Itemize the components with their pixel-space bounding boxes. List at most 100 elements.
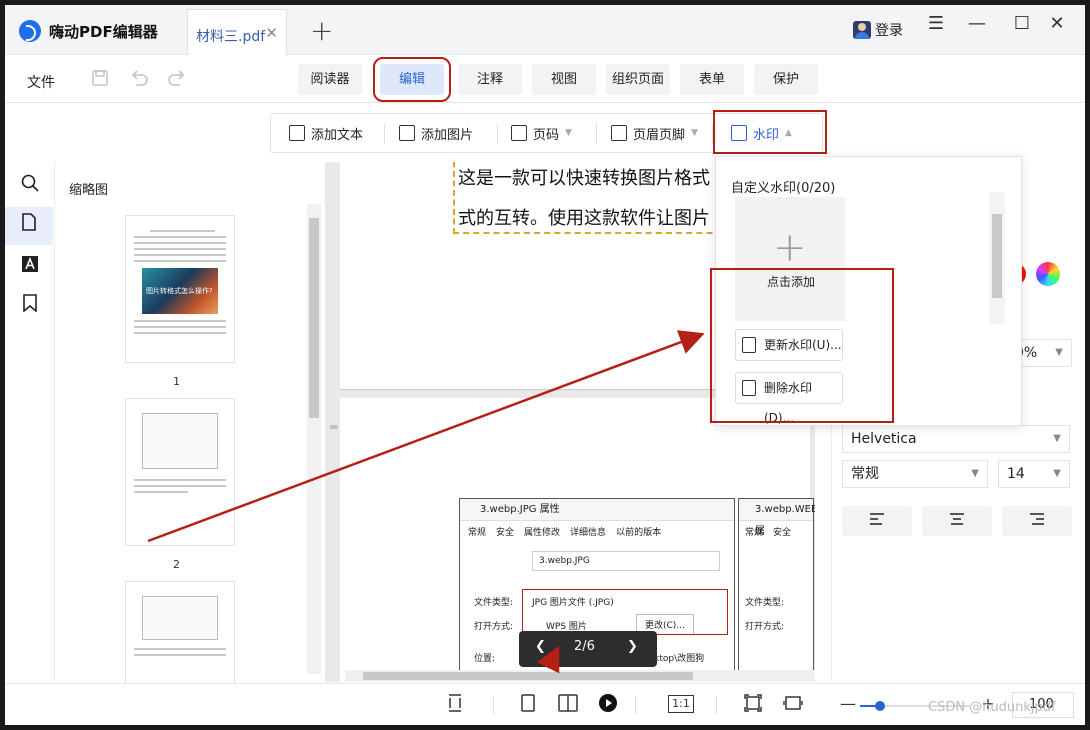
tab-annotate[interactable]: 注释: [458, 64, 522, 95]
tab-reader[interactable]: 阅读器: [298, 64, 362, 95]
document-text-line[interactable]: 式的互转。使用这款软件让图片: [458, 204, 710, 230]
properties-tab: 以前的版本: [616, 528, 662, 538]
status-bar: 1:1 — + 100: [5, 683, 1085, 725]
font-size-value: 14: [1007, 466, 1025, 482]
text-recognition-icon[interactable]: [17, 254, 43, 280]
header-footer-button[interactable]: 页眉页脚 ▼: [611, 114, 698, 152]
page-indicator: 2/6: [574, 639, 595, 654]
open-with-label: 打开方式:: [474, 622, 514, 632]
divider: [635, 696, 636, 714]
properties-tab: 常规: [468, 528, 487, 538]
chevron-down-icon: ▼: [691, 128, 698, 138]
scrollbar-thumb[interactable]: [992, 214, 1002, 298]
font-style-value: 常规: [851, 466, 879, 482]
fit-width-icon[interactable]: [783, 694, 803, 714]
thumbnail-page-3[interactable]: [125, 581, 235, 691]
font-size-select[interactable]: 14 ▼: [998, 460, 1070, 488]
menu-icon[interactable]: ☰: [922, 13, 950, 34]
document-text-line[interactable]: 这是一款可以快速转换图片格式: [458, 164, 710, 190]
align-center-button[interactable]: [922, 506, 992, 536]
properties-tab: 常规: [745, 528, 764, 538]
minimize-button[interactable]: —: [963, 13, 991, 34]
add-image-icon: [399, 125, 415, 141]
tab-forms[interactable]: 表单: [680, 64, 744, 95]
zoom-out-icon[interactable]: —: [838, 694, 858, 714]
page-navigator: ❮ 2/6 ❯: [519, 631, 657, 667]
add-image-button[interactable]: 添加图片: [399, 114, 473, 152]
annotation-highlight-box: [710, 268, 894, 423]
tab-protect[interactable]: 保护: [754, 64, 818, 95]
horizontal-scrollbar[interactable]: [345, 670, 815, 682]
align-right-button[interactable]: [1002, 506, 1072, 536]
edit-toolbar: 添加文本 添加图片 页码 ▼ 页眉页脚 ▼ 水印 ▲: [270, 110, 827, 154]
menu-bar: 文件 阅读器 编辑 注释 视图 组织页面 表单 保护: [5, 55, 1085, 103]
thumbnail-page-2[interactable]: [125, 398, 235, 546]
new-tab-button[interactable]: +: [310, 14, 333, 47]
fit-height-icon[interactable]: [445, 694, 465, 714]
bookmark-icon[interactable]: [17, 294, 43, 320]
align-center-icon: [950, 513, 964, 525]
properties-tab: 安全: [496, 528, 515, 538]
watermark-panel-title: 自定义水印(0/20): [731, 181, 836, 196]
login-label: 登录: [875, 23, 903, 39]
thumbnail-page-number: 1: [173, 375, 180, 388]
add-text-button[interactable]: 添加文本: [289, 114, 363, 152]
divider: [384, 124, 385, 144]
splitter-handle[interactable]: ═: [330, 420, 337, 434]
watermark-scrollbar[interactable]: [989, 192, 1005, 324]
maximize-button[interactable]: ☐: [1008, 13, 1036, 34]
zoom-slider-knob[interactable]: [874, 701, 885, 711]
save-icon[interactable]: [91, 69, 109, 92]
thumbnail-title: 缩略图: [69, 183, 109, 198]
location-label: 位置:: [474, 654, 496, 664]
thumbnail-page-1[interactable]: 图片转格式怎么操作?: [125, 215, 235, 363]
font-style-select[interactable]: 常规 ▼: [842, 460, 988, 488]
prev-page-button[interactable]: ❮: [535, 639, 546, 654]
close-tab-icon[interactable]: ✕: [265, 24, 278, 42]
single-page-icon[interactable]: [518, 694, 538, 714]
header-footer-icon: [611, 125, 627, 141]
actual-size-button[interactable]: 1:1: [668, 695, 694, 713]
document-tab-label: 材料三.pdf: [196, 29, 266, 45]
properties-tabs: 常规 安全 属性修改 详细信息 以前的版本: [468, 525, 661, 538]
tab-organize[interactable]: 组织页面: [606, 64, 670, 95]
scrollbar-thumb[interactable]: [363, 672, 693, 680]
fit-page-icon[interactable]: [743, 694, 763, 714]
watermark-button[interactable]: 水印 ▲: [713, 110, 827, 154]
divider: [716, 696, 717, 714]
redo-icon[interactable]: [167, 69, 187, 92]
file-type-label: 文件类型:: [474, 598, 514, 608]
search-icon[interactable]: [17, 174, 43, 200]
thumbnail-scrollbar[interactable]: [307, 204, 321, 674]
divider: [712, 124, 713, 144]
avatar-icon: [853, 21, 871, 39]
properties-window-title: 3.webp.WEBP 属: [739, 499, 815, 537]
chevron-down-icon: ▼: [1055, 347, 1063, 358]
document-tab[interactable]: 材料三.pdf ✕: [187, 9, 287, 55]
divider: [493, 696, 494, 714]
color-picker-icon[interactable]: [1036, 262, 1060, 286]
login-button[interactable]: 登录: [853, 17, 903, 43]
undo-icon[interactable]: [129, 69, 149, 92]
title-bar: 嗨动PDF编辑器 材料三.pdf ✕ + 登录 ☰ — ☐ ✕: [5, 5, 1085, 55]
tab-edit[interactable]: 编辑: [373, 57, 451, 102]
two-page-icon[interactable]: [558, 694, 578, 714]
thumbnail-page-icon[interactable]: [5, 207, 53, 245]
next-page-button[interactable]: ❯: [627, 639, 638, 654]
properties-tabs: 常规 安全: [745, 525, 791, 538]
align-right-icon: [1030, 513, 1044, 525]
play-icon[interactable]: [598, 694, 618, 714]
page-number-icon: [511, 125, 527, 141]
page-number-label: 页码: [533, 127, 560, 143]
align-left-button[interactable]: [842, 506, 912, 536]
app-window: 嗨动PDF编辑器 材料三.pdf ✕ + 登录 ☰ — ☐ ✕ 文件 阅读器 编…: [5, 5, 1085, 725]
file-menu[interactable]: 文件: [27, 72, 55, 92]
close-window-button[interactable]: ✕: [1043, 13, 1071, 34]
tab-view[interactable]: 视图: [532, 64, 596, 95]
thumbnail-screenshot: [142, 596, 218, 640]
page-number-button[interactable]: 页码 ▼: [511, 114, 572, 152]
font-family-select[interactable]: Helvetica ▼: [842, 425, 1070, 453]
scrollbar-thumb[interactable]: [309, 218, 319, 418]
app-logo-icon: [19, 20, 41, 42]
properties-tab: 安全: [773, 528, 792, 538]
